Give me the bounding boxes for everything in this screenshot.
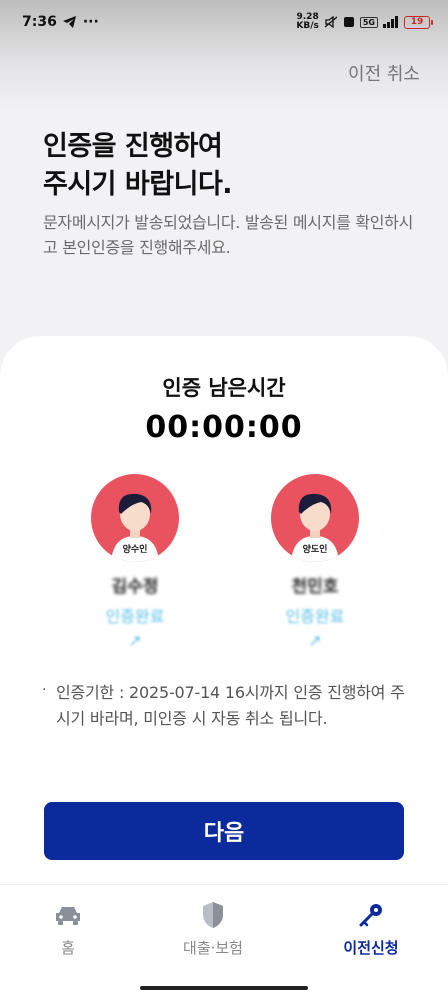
status-left: 7:36 ··· bbox=[22, 14, 99, 30]
battery-level: 19 bbox=[410, 17, 424, 27]
cancel-transfer-button[interactable]: 이전 취소 bbox=[348, 60, 420, 86]
notice-text: 인증기한 : 2025-07-14 16시까지 인증 진행하여 주시기 바라며,… bbox=[56, 683, 405, 728]
mute-icon bbox=[324, 16, 338, 28]
nav-item-transfer-request[interactable]: 이전신청 bbox=[306, 899, 436, 958]
nav-item-loan-insurance[interactable]: 대출·보험 bbox=[148, 899, 278, 958]
sim-icon bbox=[343, 16, 355, 28]
nav-label-home: 홈 bbox=[61, 939, 75, 957]
status-time: 7:36 bbox=[22, 14, 57, 30]
page-title: 인증을 진행하여 주시기 바랍니다. bbox=[43, 131, 233, 200]
avatar: 양도인 bbox=[271, 474, 359, 562]
party-role-tag: 양수인 bbox=[117, 541, 153, 556]
transferee-party: 양수인 김수정 인증완료 ↗ bbox=[75, 474, 195, 653]
car-icon bbox=[3, 899, 133, 931]
bottom-nav: 홈 대출·보험 이전신청 bbox=[0, 884, 448, 996]
page-description: 문자메시지가 발송되었습니다. 발송된 메시지를 확인하시고 본인인증을 진행해… bbox=[43, 213, 414, 257]
net-speed: 9.28 KB/s bbox=[296, 13, 318, 31]
party-verification-status[interactable]: 인증완료 ↗ bbox=[75, 605, 195, 653]
timer-value: 00:00:00 bbox=[145, 410, 303, 445]
signal-icon bbox=[383, 16, 399, 28]
nav-label-loan-insurance: 대출·보험 bbox=[183, 939, 243, 957]
party-name: 김수정 bbox=[111, 577, 159, 597]
avatar: 양수인 bbox=[91, 474, 179, 562]
transferor-party: 양도인 천민호 인증완료 ↗ bbox=[255, 474, 375, 653]
notice-bullet: · bbox=[42, 682, 47, 698]
party-name: 천민호 bbox=[291, 577, 339, 597]
status-bar: 7:36 ··· 9.28 KB/s 5G 19 bbox=[0, 0, 448, 44]
next-button[interactable]: 다음 bbox=[44, 802, 404, 860]
party-verification-status[interactable]: 인증완료 ↗ bbox=[255, 605, 375, 653]
telegram-icon bbox=[62, 16, 77, 28]
party-role-tag: 양도인 bbox=[297, 541, 333, 556]
deadline-notice: · 인증기한 : 2025-07-14 16시까지 인증 진행하여 주시기 바라… bbox=[42, 680, 412, 732]
more-notifications-icon: ··· bbox=[82, 14, 99, 30]
home-indicator[interactable] bbox=[140, 986, 308, 990]
shield-icon bbox=[148, 899, 278, 931]
nav-label-transfer-request: 이전신청 bbox=[343, 939, 399, 957]
net-speed-unit: KB/s bbox=[296, 21, 319, 31]
status-right: 9.28 KB/s 5G 19 bbox=[296, 13, 433, 31]
network-badge: 5G bbox=[359, 16, 378, 28]
key-icon bbox=[306, 899, 436, 931]
battery-indicator: 19 bbox=[404, 15, 433, 29]
nav-item-home[interactable]: 홈 bbox=[3, 899, 133, 958]
timer-label: 인증 남은시간 bbox=[162, 376, 286, 400]
